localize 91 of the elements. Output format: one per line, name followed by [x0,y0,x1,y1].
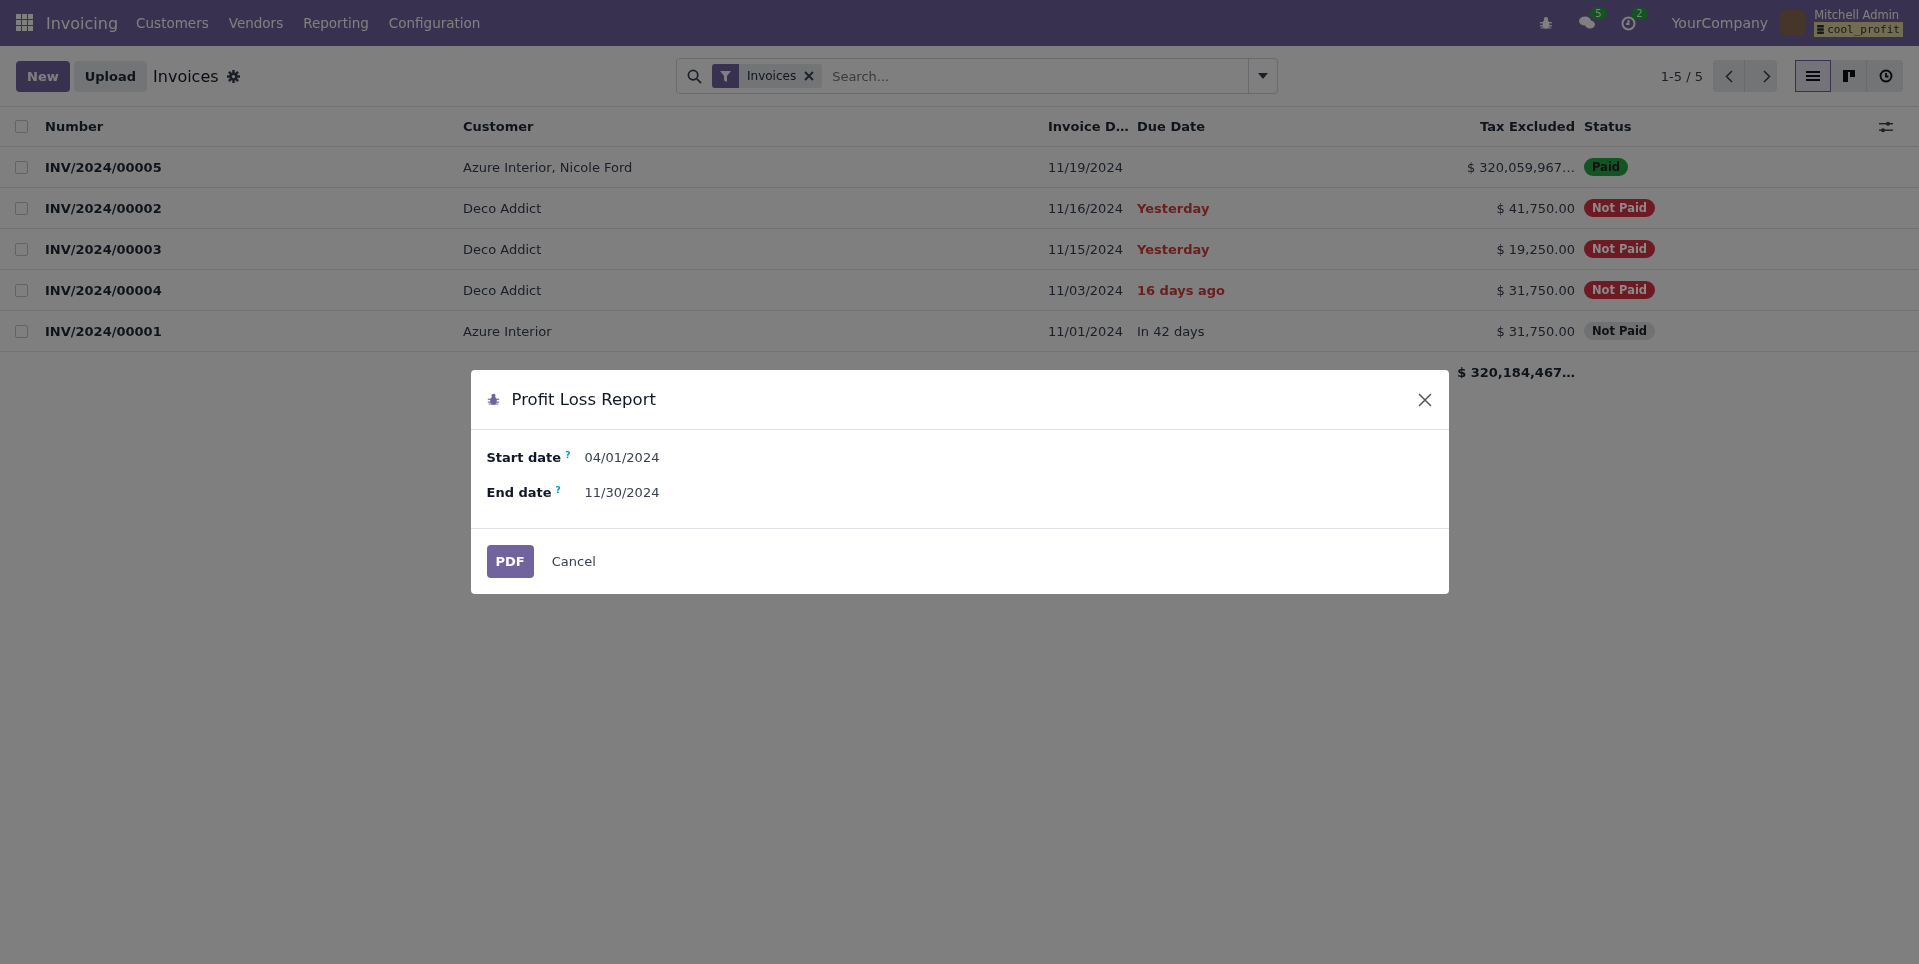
status-badge: Not Paid [1584,281,1656,299]
search-input[interactable]: Search... [830,67,1248,85]
menu-item[interactable]: Configuration [388,15,481,31]
table-cell: 11/19/2024 [1048,159,1123,175]
bug-icon[interactable] [486,393,500,406]
apps-grid-icon[interactable] [16,14,34,32]
close-icon[interactable] [1416,391,1433,408]
table-cell: $ 19,250.00 [1496,241,1575,257]
table-cell: $ 320,059,967… [1466,159,1575,175]
new-button[interactable]: New [16,60,70,92]
database-name: cool_profit [1814,22,1903,37]
chat-icon[interactable] [1578,16,1595,30]
page-title: Invoices [153,66,219,86]
row-checkbox[interactable] [15,283,28,297]
table-cell: $ 31,750.00 [1496,282,1575,298]
message-count-badge: 5 [1590,7,1607,20]
table-cell: $ 31,750.00 [1496,323,1575,339]
sliders-icon[interactable] [1879,119,1893,134]
pdf-button[interactable]: PDF [486,545,534,578]
status-badge: Paid [1584,158,1629,176]
table-cell: 11/03/2024 [1048,282,1123,298]
activity-count-badge: 2 [1631,6,1648,20]
table-cell: Azure Interior, Nicole Ford [463,159,633,175]
table-cell: Deco Addict [463,241,542,257]
table-cell: INV/2024/00002 [45,200,162,216]
column-header[interactable]: Customer [463,107,1048,147]
list-icon [1806,69,1820,83]
dialog-title: Profit Loss Report [511,390,657,409]
caret-icon [1258,73,1268,79]
date-field[interactable]: 11/30/2024 [584,485,1433,500]
table-cell: INV/2024/00005 [45,159,162,175]
view-switch-button[interactable] [1867,60,1903,92]
remove-icon[interactable] [804,71,815,81]
field-label: Start date [486,450,562,465]
total-amount: $ 320,184,467… [1457,364,1575,380]
bug-icon[interactable] [1538,16,1553,30]
filter-icon [720,70,731,82]
column-header[interactable]: Number [45,107,463,147]
table-cell: $ 41,750.00 [1496,200,1575,216]
table-cell: Deco Addict [463,282,542,298]
date-field[interactable]: 04/01/2024 [584,450,1433,465]
clock-icon[interactable] [1620,15,1636,31]
status-badge: Not Paid [1584,199,1656,217]
row-checkbox[interactable] [15,324,28,338]
table-cell: 11/16/2024 [1048,200,1123,216]
row-checkbox[interactable] [15,242,28,256]
help-tooltip[interactable]: ? [555,485,561,495]
table-cell: In 42 days [1137,323,1205,339]
column-header[interactable]: Invoice D… [1048,107,1137,147]
table-cell: INV/2024/00001 [45,323,162,339]
table-cell: 16 days ago [1137,282,1226,298]
column-header[interactable]: Status [1575,107,1879,147]
table-cell: 11/15/2024 [1048,241,1123,257]
column-header[interactable]: Due Date [1137,107,1267,147]
filter-facet[interactable]: Invoices [712,64,823,88]
table-cell: 11/01/2024 [1048,323,1123,339]
row-checkbox[interactable] [15,160,28,174]
facet-label: Invoices [746,69,798,83]
clock-icon [1878,69,1893,83]
previous-button[interactable] [1713,60,1745,92]
app-name[interactable]: Invoicing [46,13,119,33]
menu-item[interactable]: Vendors [228,15,284,31]
menu-item[interactable]: Customers [136,15,209,31]
row-checkbox[interactable] [15,201,28,215]
company-name[interactable]: YourCompany [1671,15,1769,31]
table-cell: Azure Interior [463,323,552,339]
table-cell: Yesterday [1137,241,1210,257]
chevron-right-icon [1763,69,1771,83]
table-cell: Yesterday [1137,200,1210,216]
chevron-left-icon [1724,69,1733,83]
status-badge: Not Paid [1584,240,1656,258]
menu-item[interactable]: Reporting [303,15,369,31]
next-button[interactable] [1745,60,1777,92]
kanban-icon [1842,69,1856,83]
settings-icon[interactable] [226,69,240,83]
table-cell: Deco Addict [463,200,542,216]
search-bar[interactable]: Invoices Search... [676,58,1278,94]
view-switch-button[interactable] [1795,60,1831,92]
pager-value[interactable]: 1-5 / 5 [1660,68,1703,84]
cancel-button[interactable]: Cancel [539,545,608,578]
database-icon [1817,25,1825,34]
status-badge: Not Paid [1584,322,1656,340]
help-tooltip[interactable]: ? [565,450,571,460]
table-cell: INV/2024/00003 [45,241,162,257]
user-name[interactable]: Mitchell Admin [1814,9,1903,22]
field-label: End date [486,485,552,500]
search-icon[interactable] [687,68,702,84]
upload-button[interactable]: Upload [73,60,148,92]
table-cell: INV/2024/00004 [45,282,162,298]
select-all-checkbox[interactable] [15,120,28,133]
column-header[interactable]: Tax Excluded [1267,107,1575,147]
